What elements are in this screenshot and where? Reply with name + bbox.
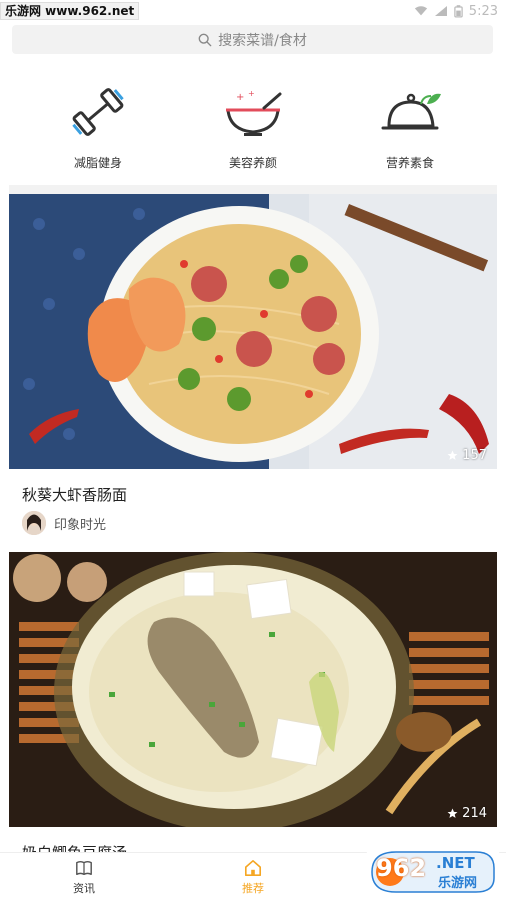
recipe-card[interactable]: 157 秋葵大虾香肠面 印象时光 [9, 194, 497, 546]
watermark-logo: 962 .NET 乐游网 [366, 848, 500, 896]
star-icon [447, 450, 458, 460]
recipe-card[interactable]: 214 奶白鲫鱼豆腐汤 [9, 552, 497, 862]
favorite-count: 157 [447, 448, 487, 463]
author-name: 印象时光 [54, 517, 107, 533]
star-icon [447, 808, 458, 818]
recipe-author[interactable]: 印象时光 [22, 511, 106, 535]
category-row: 减脂健身 + + 美容养颜 营养素食 [0, 80, 506, 180]
status-icons: 5:23 [414, 2, 498, 20]
status-bar: 乐游网 www.962.net 5:23 [0, 0, 506, 22]
watermark-name: 乐游网 [438, 876, 478, 891]
favorite-count: 214 [447, 806, 487, 821]
cloche-icon [381, 93, 441, 130]
favorite-count-value: 214 [462, 806, 487, 821]
tab-label: 资讯 [73, 882, 95, 895]
recipe-image[interactable]: 214 [9, 552, 497, 827]
tab-news[interactable]: 资讯 [44, 859, 124, 896]
battery-icon [454, 4, 463, 18]
watermark-text: 乐游网 www.962.net [0, 2, 140, 20]
recipe-image[interactable]: 157 [9, 194, 497, 469]
book-icon [76, 860, 92, 876]
category-label: 营养素食 [385, 156, 434, 170]
search-icon [198, 33, 212, 46]
bowl-icon: + + [226, 89, 282, 136]
svg-text:+: + [236, 92, 244, 103]
wifi-icon [414, 6, 427, 16]
avatar[interactable] [22, 511, 46, 535]
svg-text:+: + [248, 89, 255, 98]
signal-icon [434, 6, 447, 16]
category-fitness[interactable]: 减脂健身 [28, 80, 168, 180]
favorite-count-value: 157 [462, 448, 487, 463]
watermark-number: 962 [376, 854, 427, 882]
category-beauty[interactable]: + + 美容养颜 [183, 80, 323, 180]
category-label: 美容养颜 [228, 156, 277, 170]
section-divider [9, 185, 497, 194]
home-icon [244, 859, 262, 877]
search-bar[interactable]: 搜索菜谱/食材 [12, 25, 493, 54]
search-placeholder: 搜索菜谱/食材 [218, 32, 307, 49]
recipe-title[interactable]: 秋葵大虾香肠面 [22, 484, 127, 505]
status-time: 5:23 [468, 3, 498, 19]
category-vegetarian[interactable]: 营养素食 [340, 80, 480, 180]
watermark-suffix: .NET [436, 854, 475, 872]
tab-recommend[interactable]: 推荐 [213, 859, 293, 896]
category-label: 减脂健身 [73, 156, 122, 170]
tab-label: 推荐 [242, 882, 264, 895]
dumbbell-icon [72, 88, 124, 136]
